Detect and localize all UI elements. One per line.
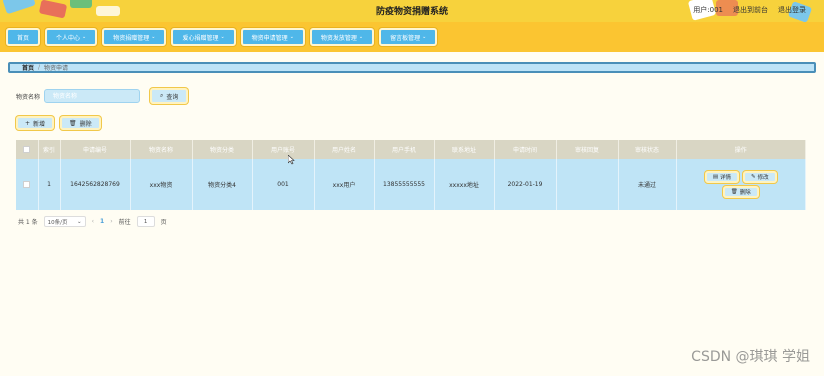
row-delete-button-label: 删除: [739, 190, 751, 196]
total-count: 共 1 条: [18, 219, 38, 226]
breadcrumb-home[interactable]: 首页: [22, 63, 34, 72]
nav-item-label: 爱心捐赠管理: [182, 34, 219, 42]
cell-account: 001: [252, 159, 315, 210]
row-delete-button[interactable]: 🗑 删除: [722, 186, 759, 198]
chevron-down-icon: ⌄: [151, 34, 156, 40]
search-icon: ⌕: [160, 92, 164, 99]
logout-link[interactable]: 退出登录: [778, 5, 806, 15]
select-all-checkbox-cell: [16, 140, 39, 159]
chevron-down-icon: ⌄: [358, 34, 364, 40]
nav-item-home[interactable]: 首页: [6, 28, 41, 46]
next-page-icon[interactable]: ›: [110, 218, 112, 225]
cell-apply-time: 2022-01-19: [494, 159, 557, 210]
search-label: 物资名称: [16, 93, 41, 101]
toolbar: + 新增 🗑 删除: [16, 116, 101, 130]
mouse-cursor-icon: [288, 155, 295, 165]
current-user-label: 用户:001: [693, 6, 723, 14]
trash-icon: 🗑: [69, 119, 77, 127]
column-header: 审核状态: [618, 140, 677, 159]
page-number[interactable]: 1: [100, 218, 104, 225]
document-icon: ▤: [712, 174, 719, 180]
add-button-label: 新增: [33, 120, 46, 128]
chevron-down-icon: ⌄: [220, 34, 225, 40]
column-header: 用户姓名: [314, 140, 375, 159]
search-input[interactable]: [44, 89, 141, 103]
nav-item-label: 留言板管理: [390, 34, 421, 42]
page-size-value: 10条/页: [47, 219, 68, 226]
cell-phone: 13855555555: [374, 159, 435, 210]
breadcrumb-separator: /: [38, 64, 41, 71]
detail-button-label: 详情: [720, 175, 732, 181]
page-size-select[interactable]: 10条/页 ⌄: [43, 216, 86, 227]
add-button[interactable]: + 新增: [16, 116, 55, 130]
table-row: 1 1642562828769 xxx物资 物资分类4 001 xxx用户 13…: [16, 159, 806, 210]
cell-status: 未通过: [618, 159, 677, 210]
data-table: 索引 申请编号 物资名称 物资分类 用户账号 用户姓名 用户手机 联系地址 申请…: [16, 140, 806, 210]
nav-item-label: 物资发放管理: [320, 34, 357, 42]
query-button-label: 查询: [166, 93, 179, 101]
row-checkbox[interactable]: [23, 181, 31, 188]
prev-page-icon[interactable]: ‹: [92, 218, 94, 225]
chevron-down-icon: ⌄: [82, 34, 87, 40]
top-header: 防疫物资捐赠系统 用户:001 退出到前台 退出登录: [0, 0, 824, 22]
table-header-row: 索引 申请编号 物资名称 物资分类 用户账号 用户姓名 用户手机 联系地址 申请…: [16, 140, 806, 159]
nav-item-label: 个人中心: [56, 34, 81, 42]
column-header: 用户手机: [374, 140, 435, 159]
row-checkbox-cell: [16, 159, 39, 210]
column-header: 审核回复: [556, 140, 619, 159]
search-bar: 物资名称 ⌕ 查询: [16, 88, 189, 104]
cell-apply-no: 1642562828769: [60, 159, 131, 210]
column-header: 物资分类: [192, 140, 253, 159]
column-header: 索引: [38, 140, 61, 159]
cell-username: xxx用户: [314, 159, 375, 210]
batch-delete-button[interactable]: 🗑 删除: [60, 116, 101, 130]
column-header: 申请时间: [494, 140, 557, 159]
cell-address: xxxxx地址: [434, 159, 495, 210]
nav-item-application-management[interactable]: 物资申请管理 ⌄: [240, 28, 305, 46]
nav-item-label: 物资申请管理: [251, 34, 288, 42]
nav-item-label: 物资捐赠管理: [113, 34, 150, 42]
cell-reply: [556, 159, 619, 210]
column-header: 用户账号: [252, 140, 315, 159]
nav-item-message-board[interactable]: 留言板管理 ⌄: [379, 28, 438, 46]
goto-label: 前往: [118, 219, 131, 226]
watermark: CSDN @琪琪 学姐: [691, 349, 810, 365]
column-header: 申请编号: [60, 140, 131, 159]
chevron-down-icon: ⌄: [289, 34, 294, 40]
nav-item-charity-management[interactable]: 爱心捐赠管理 ⌄: [171, 28, 236, 46]
nav-item-distribution-management[interactable]: 物资发放管理 ⌄: [309, 28, 375, 46]
column-header: 操作: [676, 140, 806, 159]
select-all-checkbox[interactable]: [23, 146, 31, 153]
pagination: 共 1 条 10条/页 ⌄ ‹ 1 › 前往 1 页: [18, 216, 167, 227]
edit-button[interactable]: ✎ 修改: [743, 171, 777, 183]
edit-icon: ✎: [751, 174, 756, 180]
back-to-front-link[interactable]: 退出到前台: [733, 5, 768, 15]
plus-icon: +: [25, 119, 31, 127]
column-header: 联系地址: [434, 140, 495, 159]
trash-icon: 🗑: [730, 189, 738, 195]
cell-category: 物资分类4: [192, 159, 253, 210]
nav-item-donation-management[interactable]: 物资捐赠管理 ⌄: [102, 28, 167, 46]
detail-button[interactable]: ▤ 详情: [704, 171, 740, 183]
chevron-down-icon: ⌄: [77, 218, 82, 225]
page-suffix: 页: [160, 219, 167, 226]
delete-button-label: 删除: [79, 120, 92, 128]
main-nav: 首页 个人中心 ⌄ 物资捐赠管理 ⌄ 爱心捐赠管理 ⌄ 物资申请管理 ⌄ 物资发放管理 ⌄…: [0, 22, 824, 52]
cell-index: 1: [38, 159, 61, 210]
cell-operations: ▤ 详情 ✎ 修改 🗑 删除: [676, 159, 806, 210]
breadcrumb-current: 物资申请: [44, 65, 69, 72]
header-user-area: 用户:001 退出到前台 退出登录: [693, 5, 806, 15]
goto-page-input[interactable]: 1: [136, 216, 155, 227]
nav-item-personal-center[interactable]: 个人中心 ⌄: [45, 28, 98, 46]
breadcrumb: 首页 / 物资申请: [8, 62, 816, 73]
chevron-down-icon: ⌄: [422, 34, 427, 40]
query-button[interactable]: ⌕ 查询: [150, 88, 189, 104]
column-header: 物资名称: [130, 140, 193, 159]
edit-button-label: 修改: [757, 175, 769, 181]
nav-item-label: 首页: [17, 34, 30, 42]
cell-name: xxx物资: [130, 159, 193, 210]
